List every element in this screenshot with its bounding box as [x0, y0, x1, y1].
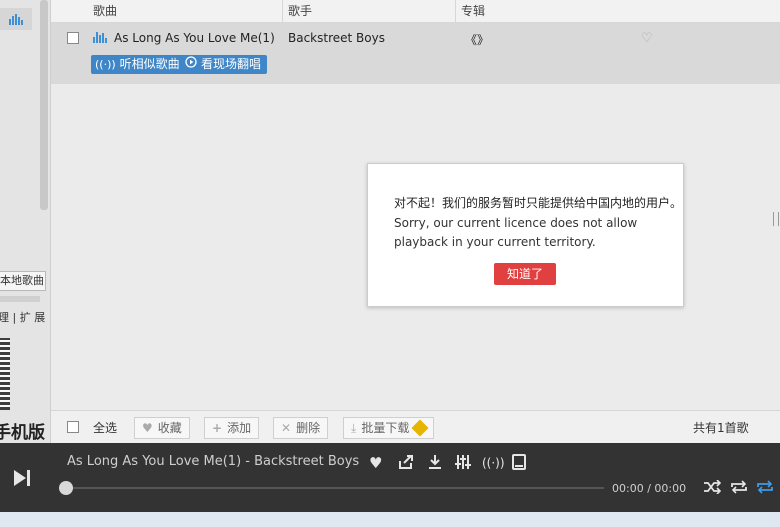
shuffle-icon[interactable]	[703, 479, 722, 498]
resize-handle[interactable]	[773, 212, 779, 226]
similar-songs-button[interactable]: ((·)) 听相似歌曲	[91, 55, 186, 74]
local-songs-button[interactable]: 本地歌曲	[0, 271, 46, 291]
song-count: 共有1首歌	[693, 421, 749, 435]
sidebar-scrollbar[interactable]	[40, 0, 48, 210]
delete-button[interactable]: ✕ 删除	[273, 417, 329, 439]
sidebar-tools[interactable]: 理 | 扩 展	[0, 309, 45, 325]
progress-handle[interactable]	[59, 481, 73, 495]
song-title[interactable]: As Long As You Love Me(1)	[114, 31, 275, 45]
playing-bars-icon	[93, 32, 107, 43]
equalizer-icon[interactable]	[455, 454, 471, 474]
close-icon: ✕	[281, 421, 292, 435]
favorite-label: 收藏	[157, 421, 182, 435]
left-sidebar: 本地歌曲 理 | 扩 展 手机版	[0, 0, 51, 443]
favorite-button[interactable]: ♥ 收藏	[134, 417, 190, 439]
artist-name[interactable]: Backstreet Boys	[288, 31, 385, 45]
list-header: 歌曲 歌手 专辑	[51, 0, 780, 23]
album-name[interactable]: 《》	[465, 31, 489, 48]
select-all-label[interactable]: 全选	[93, 419, 117, 436]
add-button[interactable]: + 添加	[204, 417, 260, 439]
download-icon[interactable]	[427, 454, 443, 474]
vip-diamond-icon	[411, 419, 429, 437]
similar-songs-label: 听相似歌曲	[119, 57, 180, 71]
broadcast-icon[interactable]: ((·))	[482, 456, 505, 470]
select-all-checkbox[interactable]	[67, 421, 79, 433]
column-header-song[interactable]: 歌曲	[93, 0, 117, 22]
window-bottom-strip	[0, 512, 780, 527]
column-header-artist[interactable]: 歌手	[288, 0, 312, 22]
progress-track[interactable]	[66, 487, 604, 489]
dialog-ok-button[interactable]: 知道了	[494, 263, 556, 285]
equalizer-icon[interactable]	[0, 8, 32, 30]
repeat-icon[interactable]	[730, 479, 748, 498]
region-restriction-dialog: 对不起！我们的服务暂时只能提供给中国内地的用户。 Sorry, our curr…	[367, 163, 684, 307]
dialog-message-cn: 对不起！我们的服务暂时只能提供给中国内地的用户。	[394, 196, 683, 210]
heart-icon: ♥	[142, 421, 153, 435]
batch-download-button[interactable]: ⤓ 批量下载	[343, 417, 435, 439]
heart-icon[interactable]: ♥	[369, 454, 382, 472]
broadcast-icon: ((·))	[95, 58, 116, 71]
column-divider	[282, 0, 283, 22]
playback-time: 00:00 / 00:00	[612, 482, 687, 495]
next-track-icon[interactable]	[12, 469, 32, 487]
plus-icon: +	[212, 421, 223, 435]
now-playing-text: As Long As You Love Me(1) - Backstreet B…	[67, 454, 360, 469]
play-circle-icon	[185, 55, 197, 74]
table-row[interactable]: As Long As You Love Me(1) Backstreet Boy…	[51, 23, 780, 84]
loop-mode-icon[interactable]	[756, 479, 774, 498]
batch-download-label: 批量下载	[361, 421, 410, 435]
row-checkbox[interactable]	[67, 32, 79, 44]
mini-mode-icon[interactable]	[512, 454, 526, 474]
live-cover-button[interactable]: 看现场翻唱	[181, 55, 268, 74]
column-header-album[interactable]: 专辑	[461, 0, 485, 22]
qr-code-icon	[0, 338, 10, 410]
delete-label: 删除	[296, 421, 321, 435]
column-divider	[455, 0, 456, 22]
live-cover-label: 看现场翻唱	[201, 57, 262, 71]
dialog-message-en: Sorry, our current licence does not allo…	[394, 216, 638, 249]
add-label: 添加	[227, 421, 252, 435]
list-toolbar: 全选 ♥ 收藏 + 添加 ✕ 删除 ⤓ 批量下载 共有1首歌	[51, 410, 780, 444]
share-icon[interactable]	[398, 454, 414, 474]
player-bar: As Long As You Love Me(1) - Backstreet B…	[0, 443, 780, 512]
download-icon: ⤓	[351, 421, 357, 435]
mobile-version-label[interactable]: 手机版	[0, 418, 45, 443]
sidebar-progress	[0, 296, 40, 302]
heart-outline-icon[interactable]: ♡	[641, 31, 653, 46]
